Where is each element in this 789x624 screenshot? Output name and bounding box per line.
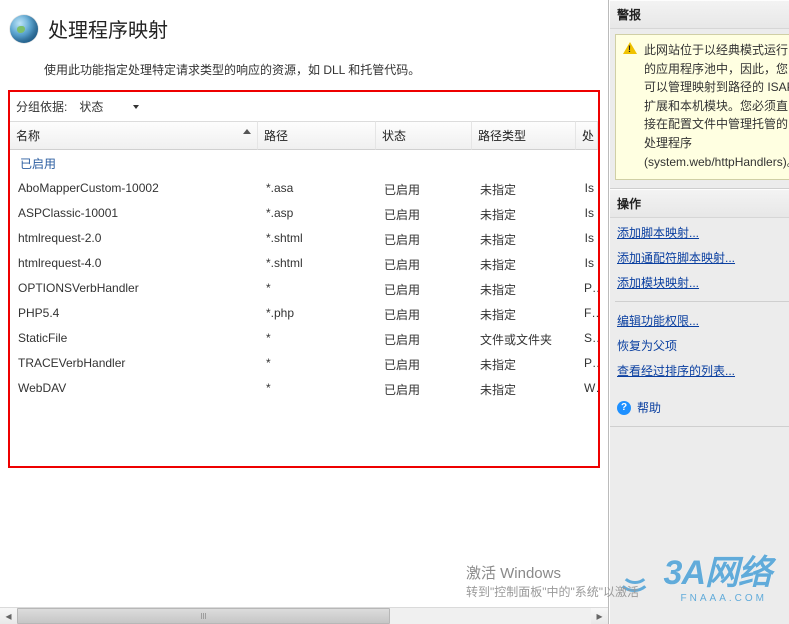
cell-handler[interactable]: Is [576, 252, 598, 277]
col-state[interactable]: 状态 [376, 121, 472, 150]
cell-handler[interactable]: Pr [576, 277, 598, 302]
cell-state[interactable]: 已启用 [376, 177, 472, 202]
cell-path-type[interactable]: 未指定 [472, 227, 576, 252]
cell-state[interactable]: 已启用 [376, 302, 472, 327]
cell-state[interactable]: 已启用 [376, 327, 472, 352]
handler-grid: 名称 路径 状态 路径类型 处 已启用 AboMapperCustom-1000… [10, 121, 598, 402]
group-by-value: 状态 [79, 98, 103, 115]
cell-path-type[interactable]: 未指定 [472, 377, 576, 402]
divider [615, 301, 789, 302]
cell-state[interactable]: 已启用 [376, 202, 472, 227]
page-description: 使用此功能指定处理特定请求类型的响应的资源，如 DLL 和托管代码。 [0, 45, 608, 90]
page-title: 处理程序映射 [48, 14, 168, 43]
actions-section: 操作 添加脚本映射... 添加通配符脚本映射... 添加模块映射... 编辑功能… [610, 189, 789, 427]
actions-title: 操作 [610, 189, 789, 218]
cell-path[interactable]: * [258, 327, 376, 352]
scroll-track[interactable] [17, 608, 591, 624]
action-add-module[interactable]: 添加模块映射... [617, 274, 789, 291]
cell-handler[interactable]: Is [576, 202, 598, 227]
col-path[interactable]: 路径 [258, 121, 376, 150]
cell-path-type[interactable]: 文件或文件夹 [472, 327, 576, 352]
content-pane: 处理程序映射 使用此功能指定处理特定请求类型的响应的资源，如 DLL 和托管代码… [0, 0, 609, 624]
cell-path-type[interactable]: 未指定 [472, 202, 576, 227]
col-path-type[interactable]: 路径类型 [472, 121, 576, 150]
side-pane: 警报 此网站位于以经典模式运行的应用程序池中，因此，您可以管理映射到路径的 IS… [609, 0, 789, 624]
cell-path[interactable]: *.asp [258, 202, 376, 227]
group-by-row: 分组依据: 状态 [10, 94, 598, 121]
globe-icon [10, 15, 38, 43]
action-view-ordered[interactable]: 查看经过排序的列表... [617, 362, 789, 379]
cell-path-type[interactable]: 未指定 [472, 302, 576, 327]
help-row[interactable]: ? 帮助 [610, 389, 789, 426]
cell-handler[interactable]: Fa [576, 302, 598, 327]
col-name-label: 名称 [16, 129, 40, 143]
group-by-combo[interactable]: 状态 [79, 98, 139, 115]
cell-path[interactable]: *.shtml [258, 227, 376, 252]
alerts-section: 警报 此网站位于以经典模式运行的应用程序池中，因此，您可以管理映射到路径的 IS… [610, 0, 789, 189]
help-icon: ? [617, 401, 631, 415]
scroll-right-button[interactable]: ▸ [591, 608, 608, 624]
group-by-label: 分组依据: [16, 98, 67, 115]
cell-path[interactable]: * [258, 352, 376, 377]
cell-path[interactable]: *.php [258, 302, 376, 327]
cell-handler[interactable]: Pr [576, 352, 598, 377]
cell-path-type[interactable]: 未指定 [472, 352, 576, 377]
group-header-enabled[interactable]: 已启用 [10, 150, 598, 177]
warning-icon [622, 41, 638, 55]
cell-path[interactable]: *.asa [258, 177, 376, 202]
cell-name[interactable]: ASPClassic-10001 [10, 202, 258, 227]
cell-path-type[interactable]: 未指定 [472, 177, 576, 202]
cell-handler[interactable]: Is [576, 227, 598, 252]
cell-name[interactable]: TRACEVerbHandler [10, 352, 258, 377]
cell-handler[interactable]: St [576, 327, 598, 352]
cell-path[interactable]: *.shtml [258, 252, 376, 277]
cell-name[interactable]: WebDAV [10, 377, 258, 402]
actions-list: 添加脚本映射... 添加通配符脚本映射... 添加模块映射... 编辑功能权限.… [610, 218, 789, 389]
cell-name[interactable]: PHP5.4 [10, 302, 258, 327]
action-add-script-map[interactable]: 添加脚本映射... [617, 224, 789, 241]
cell-name[interactable]: AboMapperCustom-10002 [10, 177, 258, 202]
cell-name[interactable]: StaticFile [10, 327, 258, 352]
cell-name[interactable]: htmlrequest-2.0 [10, 227, 258, 252]
help-label: 帮助 [637, 399, 661, 416]
highlighted-area: 分组依据: 状态 名称 路径 状态 路径类型 处 已启用 AboMapperCu… [8, 90, 600, 468]
cell-state[interactable]: 已启用 [376, 277, 472, 302]
alert-box: 此网站位于以经典模式运行的应用程序池中，因此，您可以管理映射到路径的 ISAPI… [615, 34, 789, 180]
cell-path-type[interactable]: 未指定 [472, 252, 576, 277]
cell-path[interactable]: * [258, 377, 376, 402]
alert-text: 此网站位于以经典模式运行的应用程序池中，因此，您可以管理映射到路径的 ISAPI… [644, 41, 789, 171]
scroll-left-button[interactable]: ◂ [0, 608, 17, 624]
cell-state[interactable]: 已启用 [376, 377, 472, 402]
alerts-title: 警报 [610, 0, 789, 29]
chevron-down-icon [133, 105, 139, 109]
cell-state[interactable]: 已启用 [376, 252, 472, 277]
cell-handler[interactable]: Is [576, 177, 598, 202]
cell-path[interactable]: * [258, 277, 376, 302]
horizontal-scrollbar[interactable]: ◂ ▸ [0, 607, 608, 624]
action-revert-parent[interactable]: 恢复为父项 [617, 337, 789, 354]
scroll-thumb[interactable] [17, 608, 390, 624]
cell-state[interactable]: 已启用 [376, 227, 472, 252]
action-add-wildcard[interactable]: 添加通配符脚本映射... [617, 249, 789, 266]
cell-name[interactable]: OPTIONSVerbHandler [10, 277, 258, 302]
col-name[interactable]: 名称 [10, 121, 258, 150]
action-edit-perms[interactable]: 编辑功能权限... [617, 312, 789, 329]
cell-state[interactable]: 已启用 [376, 352, 472, 377]
page-header: 处理程序映射 [0, 0, 608, 45]
cell-name[interactable]: htmlrequest-4.0 [10, 252, 258, 277]
cell-handler[interactable]: W [576, 377, 598, 402]
sort-asc-icon [243, 129, 251, 134]
cell-path-type[interactable]: 未指定 [472, 277, 576, 302]
col-handler[interactable]: 处 [576, 121, 598, 150]
